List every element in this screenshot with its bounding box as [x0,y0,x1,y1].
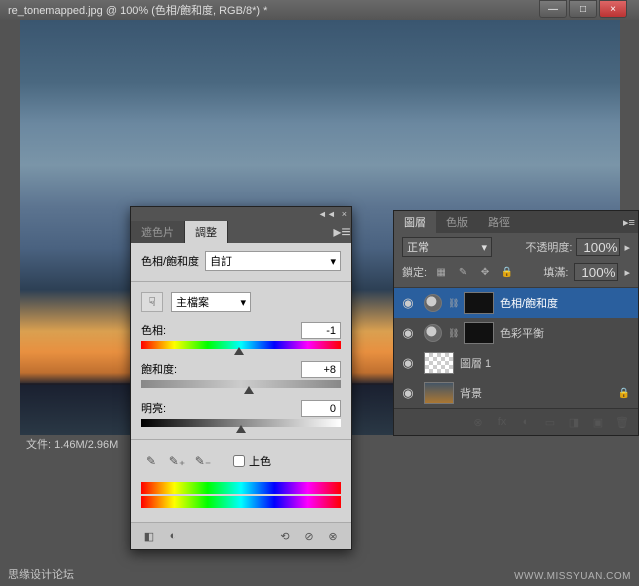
window-title: re_tonemapped.jpg @ 100% (色相/飽和度, RGB/8*… [8,2,267,18]
layer-name[interactable]: 背景 [460,385,612,401]
hue-thumb[interactable] [234,347,244,355]
visibility-icon[interactable]: ◉ [398,293,418,313]
saturation-input[interactable] [301,361,341,378]
lightness-thumb[interactable] [236,425,246,433]
fill-label: 填滿: [543,264,568,280]
preset-select[interactable]: 自訂▾ [205,251,341,271]
lock-transparent-icon[interactable]: ▦ [433,265,449,279]
hue-input[interactable] [301,322,341,339]
saturation-slider[interactable] [141,380,341,390]
link-icon: ⛓ [448,298,458,309]
clip-icon[interactable]: ⊘ [299,527,319,545]
layer-row[interactable]: ◉ ⛓ 色相/飽和度 [394,288,638,318]
collapse-icon[interactable]: ◄◄ [318,209,336,219]
lock-label: 鎖定: [402,264,427,280]
targeted-adjust-button[interactable]: ☟ [141,292,163,312]
file-info: 文件: 1.46M/2.96M [26,436,118,452]
layer-thumb[interactable] [424,382,454,404]
tab-paths[interactable]: 路徑 [478,211,520,233]
tab-layers[interactable]: 圖層 [394,211,436,233]
toggle-layer-icon[interactable]: ◧ [139,527,159,545]
adjustments-panel: ◄◄ × 遮色片 調整 ▸≡ 色相/飽和度 自訂▾ ☟ 主檔案▾ 色相: [130,206,352,550]
chevron-down-icon[interactable]: ▸ [624,266,630,279]
channel-select[interactable]: 主檔案▾ [171,292,251,312]
adjustment-layer-icon[interactable]: ▭ [540,413,560,431]
view-previous-icon[interactable]: ◐ [163,527,183,545]
lock-all-icon[interactable]: 🔒 [499,265,515,279]
eyedropper-icon[interactable]: ✎ [141,452,161,470]
layer-thumb[interactable] [424,352,454,374]
opacity-input[interactable] [576,238,620,256]
link-layers-icon[interactable]: ⊗ [468,413,488,431]
adjustment-thumb [424,294,442,312]
layer-row[interactable]: ◉ 背景 🔒 [394,378,638,408]
mask-thumb[interactable] [464,292,494,314]
chevron-down-icon[interactable]: ▸ [624,241,630,254]
new-layer-icon[interactable]: ▣ [588,413,608,431]
fx-icon[interactable]: fx [492,413,512,431]
adjustment-type-label: 色相/飽和度 [141,253,199,269]
close-button[interactable]: × [599,0,627,18]
reset-icon[interactable]: ⟲ [275,527,295,545]
hue-slider[interactable] [141,341,341,351]
maximize-button[interactable]: □ [569,0,597,18]
color-range-strips [141,482,341,508]
layers-panel: 圖層 色版 路徑 ▸≡ 正常▾ 不透明度: ▸ 鎖定: ▦ ✎ ✥ 🔒 填滿: … [393,210,639,436]
tab-adjustments[interactable]: 調整 [185,221,228,243]
lock-pixels-icon[interactable]: ✎ [455,265,471,279]
chevron-down-icon: ▾ [481,241,487,254]
hue-label: 色相: [141,322,166,339]
layer-name[interactable]: 色彩平衡 [500,325,634,341]
layer-row[interactable]: ◉ 圖層 1 [394,348,638,378]
layer-row[interactable]: ◉ ⛓ 色彩平衡 [394,318,638,348]
lock-icon: 🔒 [618,388,630,399]
visibility-icon[interactable]: ◉ [398,383,418,403]
lightness-input[interactable] [301,400,341,417]
trash-icon[interactable]: 🗑 [612,413,632,431]
visibility-icon[interactable]: ◉ [398,323,418,343]
adjustment-thumb [424,324,442,342]
lightness-slider[interactable] [141,419,341,429]
saturation-label: 飽和度: [141,361,177,378]
close-panel-icon[interactable]: × [342,209,347,219]
lock-position-icon[interactable]: ✥ [477,265,493,279]
fill-input[interactable] [574,263,618,281]
delete-adj-icon[interactable]: ⊗ [323,527,343,545]
tab-channels[interactable]: 色版 [436,211,478,233]
colorize-checkbox[interactable]: 上色 [233,453,271,469]
link-icon: ⛓ [448,328,458,339]
watermark-cn: 思缘设计论坛 [8,566,74,582]
mask-thumb[interactable] [464,322,494,344]
watermark-en: WWW.MISSYUAN.COM [514,571,631,582]
chevron-down-icon: ▾ [330,255,336,268]
visibility-icon[interactable]: ◉ [398,353,418,373]
minimize-button[interactable]: — [539,0,567,18]
panel-menu-icon[interactable]: ▸≡ [333,221,351,243]
chevron-down-icon: ▾ [240,296,246,309]
eyedropper-subtract-icon[interactable]: ✎₋ [193,452,213,470]
layer-name[interactable]: 圖層 1 [460,355,634,371]
layer-name[interactable]: 色相/飽和度 [500,295,634,311]
mask-icon[interactable]: ◐ [516,413,536,431]
layers-menu-icon[interactable]: ▸≡ [620,211,638,233]
saturation-thumb[interactable] [244,386,254,394]
lightness-label: 明亮: [141,400,166,417]
blend-mode-select[interactable]: 正常▾ [402,237,492,257]
eyedropper-add-icon[interactable]: ✎₊ [167,452,187,470]
group-icon[interactable]: ◨ [564,413,584,431]
opacity-label: 不透明度: [525,239,572,255]
tab-masks[interactable]: 遮色片 [131,221,185,243]
layer-list: ◉ ⛓ 色相/飽和度 ◉ ⛓ 色彩平衡 ◉ 圖層 1 ◉ 背景 🔒 [394,288,638,408]
